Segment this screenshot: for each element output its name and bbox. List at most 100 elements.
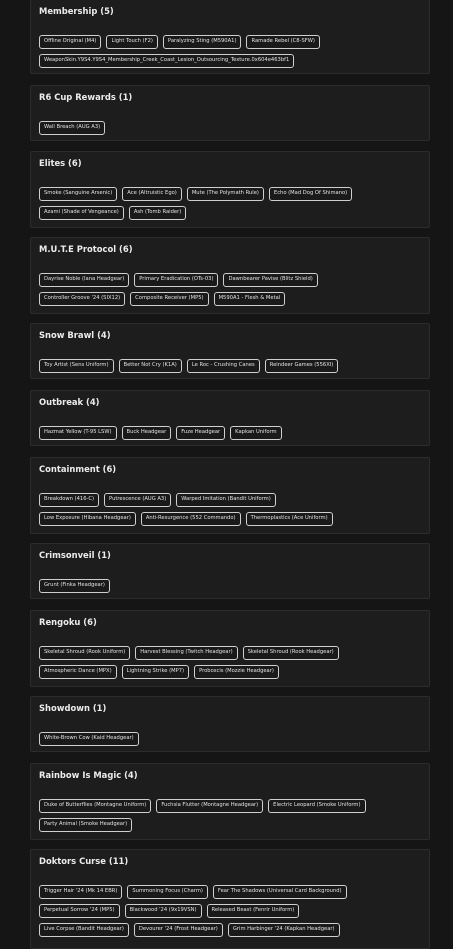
item-chip[interactable]: Ramade Rebel (C8-SFW) <box>246 35 320 49</box>
item-chip[interactable]: Putrescence (AUG A3) <box>104 493 172 507</box>
item-chip[interactable]: Dayrise Noble (Iana Headgear) <box>39 273 130 287</box>
item-chip[interactable]: Atmospheric Dance (MPX) <box>39 665 117 679</box>
item-chip[interactable]: Smoke (Sanguine Arsenic) <box>39 187 118 201</box>
item-chip[interactable]: Light Touch (F2) <box>106 35 158 49</box>
item-chip[interactable]: Skeletal Shroud (Rook Uniform) <box>39 646 131 660</box>
chip-row: Duke of Butterflies (Montagne Uniform) Fu… <box>39 799 423 813</box>
chip-row: Controller Groove '24 (SIX12) Composite R… <box>39 292 423 306</box>
item-chip-list: Toy Artist (Sens Uniform) Better Not Cry … <box>39 359 423 378</box>
chip-row: Hazmat Yellow (T-95 LSW) Buck Headgear Fuz… <box>39 426 423 440</box>
item-chip[interactable]: Offline Original (M4) <box>39 35 102 49</box>
item-chip[interactable]: Perpetual Sorrow '24 (MP5) <box>39 904 120 918</box>
item-chip[interactable]: Wall Breach (AUG A3) <box>39 121 106 135</box>
section-card-elites: Elites (6) Smoke (Sanguine Arsenic) Ace (A… <box>30 151 430 228</box>
item-chip[interactable]: Le Roc - Crushing Canes <box>186 359 260 373</box>
item-chip[interactable]: Grunt (Finka Headgear) <box>39 579 110 593</box>
chip-row: Live Corpse (Bandit Headgear) Devourer '2… <box>39 923 423 937</box>
section-card-rainbow-is-magic: Rainbow Is Magic (4) Duke of Butterflies … <box>30 763 430 840</box>
item-chip[interactable]: Fuchsia Flutter (Montagne Headgear) <box>156 799 264 813</box>
chip-row: Party Animal (Smoke Headgear) <box>39 818 423 832</box>
item-chip[interactable]: Hazmat Yellow (T-95 LSW) <box>39 426 117 440</box>
section-card-snow-brawl: Snow Brawl (4) Toy Artist (Sens Uniform) B… <box>30 323 430 379</box>
item-chip[interactable]: Thermoplastics (Ace Uniform) <box>245 512 333 526</box>
chip-row: Toy Artist (Sens Uniform) Better Not Cry … <box>39 359 423 373</box>
item-chip[interactable]: Composite Receiver (MP5) <box>130 292 209 306</box>
section-card-m-u-t-e-protocol: M.U.T.E Protocol (6) Dayrise Noble (Iana … <box>30 237 430 314</box>
chip-row: Dayrise Noble (Iana Headgear) Primary Era… <box>39 273 423 287</box>
chip-row: Wall Breach (AUG A3) <box>39 121 423 135</box>
chip-row: Low Exposure (Hibana Headgear) Anti-Resur… <box>39 512 423 526</box>
item-chip[interactable]: Party Animal (Smoke Headgear) <box>39 818 133 832</box>
section-title: Rengoku (6) <box>39 617 97 627</box>
item-chip[interactable]: Ash (Tomb Raider) <box>128 206 187 220</box>
item-chip[interactable]: Grim Harbinger '24 (Kapkan Headgear) <box>227 923 340 937</box>
item-chip-list: Duke of Butterflies (Montagne Uniform) Fu… <box>39 799 423 837</box>
item-chip[interactable]: Fuze Headgear <box>176 426 226 440</box>
item-chip-list: Trigger Hair '24 (Mk 14 EBR) Summoning Fo… <box>39 885 423 942</box>
item-chip[interactable]: Summoning Focus (Charm) <box>127 885 208 899</box>
item-chip-list: Grunt (Finka Headgear) <box>39 579 423 598</box>
section-card-rengoku: Rengoku (6) Skeletal Shroud (Rook Uniform… <box>30 610 430 687</box>
section-card-doktors-curse: Doktors Curse (11) Trigger Hair '24 (Mk 1… <box>30 849 430 949</box>
item-chip-list: White-Brown Cow (Kaid Headgear) <box>39 732 423 751</box>
item-chip-list: Breakdown (416-C) Putrescence (AUG A3) War… <box>39 493 423 531</box>
item-chip[interactable]: Released Beast (Fenrir Uniform) <box>206 904 300 918</box>
section-card-containment: Containment (6) Breakdown (416-C) Putresce… <box>30 457 430 534</box>
item-chip[interactable]: Warped Imitation (Bandit Uniform) <box>176 493 276 507</box>
section-card-membership: Membership (5) Offline Original (M4) Light… <box>30 0 430 74</box>
section-title: M.U.T.E Protocol (6) <box>39 244 133 254</box>
item-chip[interactable]: Dawnbearer Pavise (Blitz Shield) <box>223 273 318 287</box>
item-chip[interactable]: Echo (Mad Dog Of Shimano) <box>268 187 353 201</box>
item-chip[interactable]: Duke of Butterflies (Montagne Uniform) <box>39 799 152 813</box>
chip-row: Perpetual Sorrow '24 (MP5) Blackwood '24 … <box>39 904 423 918</box>
chip-row: Breakdown (416-C) Putrescence (AUG A3) War… <box>39 493 423 507</box>
item-chip[interactable]: Low Exposure (Hibana Headgear) <box>39 512 136 526</box>
item-chip-list: Hazmat Yellow (T-95 LSW) Buck Headgear Fuz… <box>39 426 423 445</box>
chip-row: Offline Original (M4) Light Touch (F2) Par… <box>39 35 423 49</box>
section-card-r6-cup-rewards: R6 Cup Rewards (1) Wall Breach (AUG A3) <box>30 85 430 141</box>
item-chip[interactable]: Breakdown (416-C) <box>39 493 100 507</box>
item-chip-list: Skeletal Shroud (Rook Uniform) Harvest Bl… <box>39 646 423 684</box>
item-chip[interactable]: Proboscis (Mozzie Headgear) <box>194 665 279 679</box>
item-chip[interactable]: Kapkan Uniform <box>230 426 282 440</box>
item-chip[interactable]: Azami (Shade of Vengeance) <box>39 206 124 220</box>
item-chip[interactable]: Controller Groove '24 (SIX12) <box>39 292 126 306</box>
item-chip[interactable]: Anti-Resurgence (552 Commando) <box>140 512 241 526</box>
item-chip[interactable]: Harvest Blessing (Twitch Headgear) <box>135 646 238 660</box>
chip-row: Skeletal Shroud (Rook Uniform) Harvest Bl… <box>39 646 423 660</box>
section-title: Membership (5) <box>39 6 114 16</box>
chip-row: Smoke (Sanguine Arsenic) Ace (Altruistic … <box>39 187 423 201</box>
item-chip[interactable]: Lightning Strike (MP7) <box>121 665 190 679</box>
section-title: Elites (6) <box>39 158 82 168</box>
section-title: Doktors Curse (11) <box>39 856 129 866</box>
item-chip-list: Wall Breach (AUG A3) <box>39 121 423 140</box>
item-chip[interactable]: Ace (Altruistic Ego) <box>122 187 182 201</box>
item-chip[interactable]: Primary Eradication (OTs-03) <box>134 273 219 287</box>
item-chip[interactable]: Trigger Hair '24 (Mk 14 EBR) <box>39 885 123 899</box>
item-chip[interactable]: Skeletal Shroud (Rook Headgear) <box>242 646 339 660</box>
item-chip[interactable]: M590A1 - Flesh & Metal <box>213 292 286 306</box>
item-chip[interactable]: Fear The Shadows (Universal Card Backgro… <box>212 885 347 899</box>
item-chip[interactable]: Buck Headgear <box>121 426 172 440</box>
item-chip[interactable]: Reindeer Games (556XI) <box>264 359 339 373</box>
item-chip[interactable]: Electric Leopard (Smoke Uniform) <box>268 799 366 813</box>
item-chip[interactable]: Paralyzing Sting (M590A1) <box>162 35 242 49</box>
section-card-outbreak: Outbreak (4) Hazmat Yellow (T-95 LSW) Buck… <box>30 390 430 446</box>
section-title: R6 Cup Rewards (1) <box>39 92 133 102</box>
chip-row: Azami (Shade of Vengeance) Ash (Tomb Raid… <box>39 206 423 220</box>
item-chip[interactable]: Mute (The Polymath Rule) <box>186 187 264 201</box>
chip-row: Atmospheric Dance (MPX) Lightning Strike … <box>39 665 423 679</box>
item-chip[interactable]: Toy Artist (Sens Uniform) <box>39 359 114 373</box>
item-chip[interactable]: Better Not Cry (K1A) <box>118 359 182 373</box>
item-chip[interactable]: Devourer '24 (Frost Headgear) <box>133 923 223 937</box>
item-chip[interactable]: Blackwood '24 (9x19VSN) <box>124 904 202 918</box>
chip-row: Grunt (Finka Headgear) <box>39 579 423 593</box>
item-chip[interactable]: Live Corpse (Bandit Headgear) <box>39 923 129 937</box>
section-title: Snow Brawl (4) <box>39 330 111 340</box>
item-chip[interactable]: White-Brown Cow (Kaid Headgear) <box>39 732 139 746</box>
item-chip[interactable]: WeaponSkin.Y9S4.Y9S4_Membership_Creek_Co… <box>39 54 295 68</box>
item-chip-list: Dayrise Noble (Iana Headgear) Primary Era… <box>39 273 423 311</box>
section-title: Outbreak (4) <box>39 397 100 407</box>
section-card-crimsonveil: Crimsonveil (1) Grunt (Finka Headgear) <box>30 543 430 599</box>
chip-row: WeaponSkin.Y9S4.Y9S4_Membership_Creek_Co… <box>39 54 423 68</box>
